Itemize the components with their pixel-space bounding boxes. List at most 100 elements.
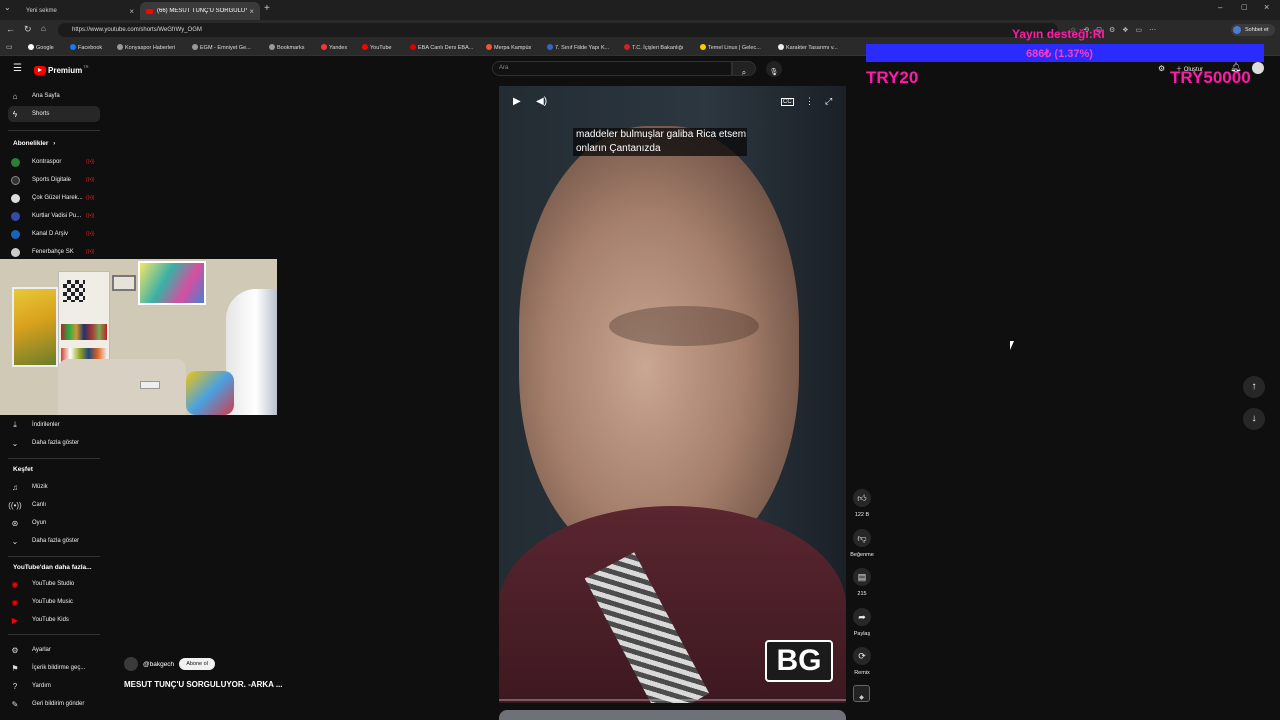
bookmark-eba[interactable]: EBA Canlı Ders EBA... <box>410 44 473 51</box>
home-browser-icon[interactable]: ⌂ <box>41 24 46 33</box>
channel-name[interactable]: @bakgech <box>143 661 174 668</box>
minimize-icon[interactable]: – <box>1218 3 1222 12</box>
bookmark-app-icon[interactable]: ▭ <box>6 43 13 51</box>
close-icon[interactable]: × <box>249 7 254 16</box>
sidebar-item-music[interactable]: ♫ Müzik <box>8 479 100 495</box>
live-indicator-icon: ((•)) <box>86 231 95 237</box>
next-short-button[interactable]: ↓ <box>1243 408 1265 430</box>
live-icon: ((•)) <box>8 500 22 510</box>
bookmark-temel-linux[interactable]: Temel Linux | Gelec... <box>700 44 761 51</box>
sidebar-item-music-app[interactable]: ◉ YouTube Music <box>8 594 100 610</box>
menu-icon[interactable]: ☰ <box>13 63 22 74</box>
dislike-button[interactable]: 👎︎ Beğenme <box>849 529 875 558</box>
avatar[interactable] <box>1252 62 1264 74</box>
youtube-kids-icon: ▶ <box>11 615 19 625</box>
thumbs-up-icon: 👍︎ <box>853 489 871 507</box>
subscription-label: Sports Digitale <box>32 177 72 183</box>
cast-icon[interactable]: ⚙ <box>1158 64 1165 73</box>
bookmark-youtube[interactable]: YouTube <box>362 44 392 51</box>
bookmark-7-sinif[interactable]: 7. Sınıf Fiilde Yapı K... <box>547 44 609 51</box>
search-button[interactable]: ⌕ <box>732 61 756 77</box>
bookmark-google[interactable]: Google <box>28 44 54 51</box>
feedback-icon: ✎ <box>11 699 19 709</box>
sidebar-item-gaming[interactable]: ⊛ Oyun <box>8 515 100 531</box>
sound-thumbnail[interactable]: ◆ <box>853 685 870 702</box>
bookmark-merpa[interactable]: Merpa Kampüs <box>486 44 531 51</box>
share-button[interactable]: ➦ Paylaş <box>849 608 875 637</box>
back-icon[interactable]: ← <box>6 24 15 34</box>
show-more-button[interactable]: ⌄ Daha fazla göster <box>8 435 100 451</box>
voice-search-button[interactable]: 🎙 <box>766 61 782 77</box>
share-label: Paylaş <box>853 631 871 637</box>
sidebar-item-home[interactable]: ⌂ Ana Sayfa <box>8 88 100 104</box>
video-progress-track[interactable] <box>499 699 846 701</box>
sidebar-item-label: Geri bildirim gönder <box>32 701 85 707</box>
captions-icon[interactable]: CC <box>781 98 794 106</box>
channel-avatar <box>11 175 20 185</box>
tab-list-icon[interactable]: ⌄ <box>4 3 11 12</box>
divider <box>8 634 100 635</box>
subscribe-button[interactable]: Abone ol <box>179 658 215 670</box>
sidebar-item-help[interactable]: ? Yardım <box>8 678 100 694</box>
like-button[interactable]: 👍︎ 122 B <box>849 489 875 518</box>
sidebar-item-shorts[interactable]: ϟ Shorts <box>8 106 100 122</box>
shorts-icon: ϟ <box>12 109 18 119</box>
tab-new[interactable]: Yeni sekme × <box>20 2 140 20</box>
sidebar-item-report-history[interactable]: ⚑ İçerik bildirme geç... <box>8 660 100 676</box>
donation-min-label: TRY20 <box>866 68 919 87</box>
comments-button[interactable]: ▤ 215 <box>849 568 875 597</box>
subtitle-box: maddeler bulmuşlar galiba Rica etsem onl… <box>573 128 747 156</box>
more-options-icon[interactable]: ⋮ <box>805 96 814 107</box>
profile-button[interactable]: Sohbet et <box>1231 24 1275 36</box>
flag-icon: ⚑ <box>11 663 19 673</box>
close-icon[interactable]: × <box>129 7 134 16</box>
chevron-down-icon: ⌄ <box>11 536 19 546</box>
previous-short-button[interactable]: ↑ <box>1243 376 1265 398</box>
window-close-icon[interactable]: × <box>1264 2 1269 12</box>
bookmark-facebook[interactable]: Facebook <box>70 44 102 51</box>
short-title[interactable]: MESUT TUNÇ'U SORGULUYOR. -ARKA ... <box>124 680 283 689</box>
volume-icon[interactable]: ◀) <box>536 96 547 107</box>
new-tab-icon[interactable]: + <box>264 3 270 14</box>
subtitle-line: onların Çantanızda <box>576 143 661 154</box>
remix-button[interactable]: ⟳ Remix <box>849 647 875 676</box>
sidebar-item-settings[interactable]: ⚙ Ayarlar <box>8 642 100 658</box>
reload-icon[interactable]: ↻ <box>24 24 32 35</box>
sidebar-item-kids[interactable]: ▶ YouTube Kids <box>8 612 100 628</box>
bookmark-bookmarks[interactable]: Bookmarks <box>269 44 305 51</box>
sidebar-item-label: Shorts <box>32 111 50 117</box>
search-icon: ⌕ <box>741 68 747 77</box>
subscription-label: Kontraspor <box>32 159 62 165</box>
sidebar-item-label: YouTube Music <box>32 599 73 605</box>
sidebar-item-live[interactable]: ((•)) Canlı <box>8 497 100 513</box>
subscription-label: Fenerbahçe SK <box>32 249 74 255</box>
play-icon[interactable]: ▶ <box>513 96 521 107</box>
channel-avatar[interactable] <box>124 657 138 671</box>
search-input[interactable]: Ara <box>492 61 732 76</box>
subscriptions-heading[interactable]: Abonelikler › <box>13 140 55 147</box>
thumbs-down-icon: 👎︎ <box>853 529 871 547</box>
show-more-button[interactable]: ⌄ Daha fazla göster <box>8 533 100 549</box>
bookmark-icisleri[interactable]: T.C. İçişleri Bakanlığı <box>624 44 683 51</box>
comment-count: 215 <box>857 591 867 597</box>
sidebar-item-feedback[interactable]: ✎ Geri bildirim gönder <box>8 696 100 712</box>
sidebar-item-label: Daha fazla göster <box>32 538 80 544</box>
youtube-logo[interactable]: Premium TR <box>34 64 89 76</box>
sidebar-item-downloads[interactable]: ⤓ İndirilenler <box>8 417 100 433</box>
watermark-logo: BG <box>765 640 833 682</box>
maximize-icon[interactable]: ▢ <box>1241 3 1248 11</box>
fullscreen-icon[interactable]: ⤢ <box>825 96 832 107</box>
bookmark-egm[interactable]: EGM - Emniyet Ge... <box>192 44 251 51</box>
short-video-player[interactable]: maddeler bulmuşlar galiba Rica etsem onl… <box>499 86 846 703</box>
browser-tab-bar: ⌄ Yeni sekme × (66) MESUT TUNÇ'U SORGULU… <box>0 0 1280 20</box>
sidebar-item-studio[interactable]: ◉ YouTube Studio <box>8 576 100 592</box>
bookmark-karakter[interactable]: Karakter Tasarımı v... <box>778 44 838 51</box>
live-indicator-icon: ((•)) <box>86 177 95 183</box>
bookmark-yandex[interactable]: Yandex <box>321 44 347 51</box>
tab-active[interactable]: (66) MESUT TUNÇ'U SORGULUYOR × <box>140 2 260 20</box>
wall-painting-cat <box>138 261 206 305</box>
bookmark-konyaspor[interactable]: Konyaspor Haberleri <box>117 44 175 51</box>
home-icon: ⌂ <box>12 91 18 101</box>
mouse-cursor-icon <box>1010 341 1014 350</box>
url-field[interactable]: https://www.youtube.com/shorts/WeGfrWy_O… <box>58 23 1058 37</box>
